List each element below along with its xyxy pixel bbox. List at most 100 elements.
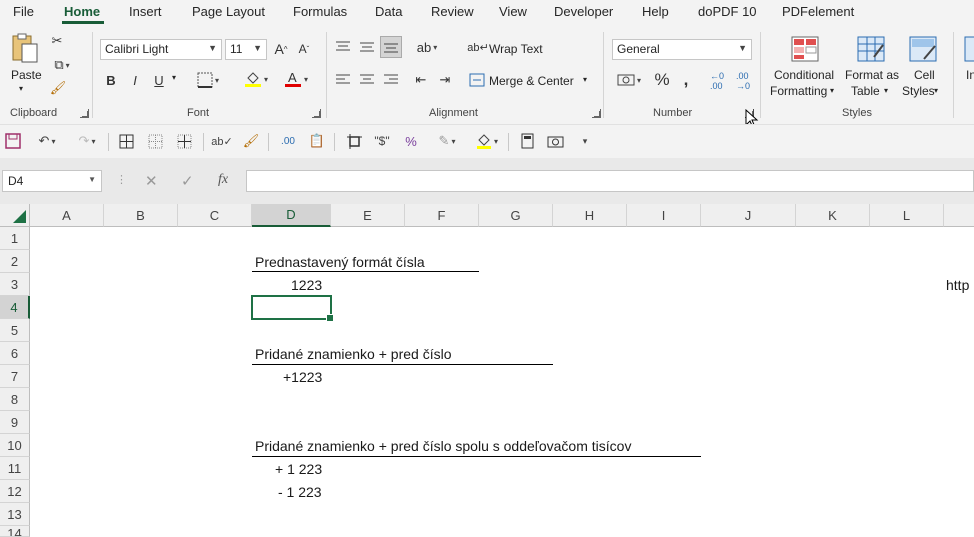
merge-center-icon[interactable] — [468, 71, 486, 89]
italic-button[interactable]: I — [128, 71, 142, 89]
decrease-decimal-icon[interactable]: .00 →0 — [732, 71, 754, 91]
all-borders-icon[interactable] — [116, 131, 136, 151]
row-header-10[interactable]: 10 — [0, 434, 30, 457]
cell-l3[interactable]: http — [946, 275, 969, 295]
cell-d6[interactable]: Pridané znamienko + pred číslo — [255, 344, 452, 364]
save-icon[interactable] — [3, 131, 23, 151]
row-header-9[interactable]: 9 — [0, 411, 30, 434]
dollar-format-icon[interactable]: "$" — [372, 131, 392, 151]
column-header-c[interactable]: C — [178, 204, 252, 227]
paste-button[interactable]: Paste — [11, 68, 42, 82]
cancel-icon[interactable]: ✕ — [145, 172, 158, 190]
clipboard-launcher-icon[interactable] — [80, 109, 89, 118]
font-name-select[interactable]: Calibri Light ▼ — [100, 39, 222, 60]
format-as-table-label-2[interactable]: Table — [851, 84, 880, 98]
cell-d11[interactable]: + 1 223 — [275, 459, 322, 479]
row-header-4[interactable]: 4 — [0, 296, 30, 319]
alignment-launcher-icon[interactable] — [592, 109, 601, 118]
cell-d2[interactable]: Prednastavený formát čísla — [255, 252, 425, 272]
camera-icon[interactable] — [545, 131, 565, 151]
wrap-text-icon[interactable]: ab↵ — [467, 38, 488, 56]
merge-center-button[interactable]: Merge & Center — [489, 74, 574, 88]
tab-review[interactable]: Review — [431, 4, 474, 19]
row-header-2[interactable]: 2 — [0, 250, 30, 273]
accounting-format-icon[interactable]: ▾ — [613, 71, 645, 89]
tab-data[interactable]: Data — [375, 4, 402, 19]
no-borders-icon[interactable] — [145, 131, 165, 151]
row-header-11[interactable]: 11 — [0, 457, 30, 480]
tab-pdfelement[interactable]: PDFelement — [782, 4, 854, 19]
align-right-icon[interactable] — [382, 71, 400, 89]
merge-dropdown-icon[interactable]: ▾ — [583, 75, 587, 84]
frame-icon[interactable] — [344, 131, 364, 151]
conditional-formatting-label-2[interactable]: Formatting — [770, 84, 827, 98]
cell-d10[interactable]: Pridané znamienko + pred číslo spolu s o… — [255, 436, 631, 456]
number-format-select[interactable]: General ▼ — [612, 39, 752, 60]
row-header-13[interactable]: 13 — [0, 503, 30, 526]
bold-button[interactable]: B — [104, 71, 118, 89]
format-as-table-icon[interactable] — [855, 34, 887, 64]
row-header-8[interactable]: 8 — [0, 388, 30, 411]
paste-dropdown-icon[interactable]: ▾ — [19, 84, 23, 93]
font-size-select[interactable]: 11 ▼ — [225, 39, 267, 60]
column-header-e[interactable]: E — [331, 204, 405, 227]
paint-brush-icon[interactable]: 🖌 — [241, 131, 261, 151]
row-header-5[interactable]: 5 — [0, 319, 30, 342]
column-header-g[interactable]: G — [479, 204, 553, 227]
wrap-text-button[interactable]: Wrap Text — [489, 42, 543, 56]
cell-d3[interactable]: 1223 — [291, 275, 322, 295]
align-left-icon[interactable] — [334, 71, 352, 89]
formula-input[interactable] — [246, 170, 974, 192]
column-header-b[interactable]: B — [104, 204, 178, 227]
tab-page-layout[interactable]: Page Layout — [192, 4, 265, 19]
decrease-font-icon[interactable]: Aˇ — [295, 39, 313, 59]
spelling-icon[interactable]: ab✓ — [211, 131, 232, 151]
increase-font-icon[interactable]: A ^ — [272, 39, 290, 59]
cell-d12[interactable]: - 1 223 — [278, 482, 322, 502]
percent-style-icon[interactable]: % — [652, 70, 672, 90]
customize-qat-icon[interactable]: ▾ — [575, 131, 595, 151]
row-header-12[interactable]: 12 — [0, 480, 30, 503]
paste-values-icon[interactable]: 📋 — [307, 131, 327, 151]
fill-color-icon[interactable]: ▾ — [240, 69, 272, 89]
tab-help[interactable]: Help — [642, 4, 669, 19]
insert-cells-label[interactable]: In — [966, 68, 974, 82]
increase-decimal-icon[interactable]: ←0.00 — [706, 71, 728, 91]
calculator-icon[interactable] — [517, 131, 537, 151]
underline-dropdown-icon[interactable]: ▾ — [172, 73, 176, 82]
tab-formulas[interactable]: Formulas — [293, 4, 347, 19]
tab-view[interactable]: View — [499, 4, 527, 19]
tab-developer[interactable]: Developer — [554, 4, 613, 19]
enter-icon[interactable]: ✓ — [181, 172, 194, 190]
align-center-icon[interactable] — [358, 71, 376, 89]
cell-styles-label[interactable]: Cell — [914, 68, 935, 82]
redo-icon[interactable]: ↷ ▾ — [70, 131, 104, 151]
insert-cells-icon[interactable] — [961, 34, 974, 64]
top-align-icon[interactable] — [334, 38, 352, 56]
column-header-j[interactable]: J — [701, 204, 796, 227]
inside-borders-icon[interactable] — [174, 131, 194, 151]
row-header-3[interactable]: 3 — [0, 273, 30, 296]
decrease-indent-icon[interactable]: ⇤ — [412, 71, 430, 89]
orientation-icon[interactable]: ab ▾ — [412, 38, 442, 56]
tab-insert[interactable]: Insert — [129, 4, 162, 19]
cell-styles-label-2[interactable]: Styles — [902, 84, 935, 98]
highlight-icon[interactable]: ✎ ▾ — [430, 131, 464, 151]
increase-indent-icon[interactable]: ⇥ — [436, 71, 454, 89]
cut-icon[interactable]: ✂ — [50, 33, 64, 49]
bottom-align-icon[interactable] — [380, 36, 402, 58]
row-header-14[interactable]: 14 — [0, 526, 30, 537]
font-launcher-icon[interactable] — [312, 109, 321, 118]
format-as-table-label[interactable]: Format as — [845, 68, 899, 82]
underline-button[interactable]: U — [152, 71, 166, 89]
tab-file[interactable]: File — [13, 4, 34, 19]
column-header-l[interactable]: L — [870, 204, 944, 227]
paste-icon[interactable] — [10, 32, 40, 64]
conditional-formatting-icon[interactable] — [789, 34, 821, 64]
cell-styles-icon[interactable] — [907, 34, 939, 64]
tab-dopdf[interactable]: doPDF 10 — [698, 4, 757, 19]
row-header-6[interactable]: 6 — [0, 342, 30, 365]
select-all-button[interactable] — [0, 204, 30, 227]
row-header-7[interactable]: 7 — [0, 365, 30, 388]
conditional-formatting-label[interactable]: Conditional — [774, 68, 834, 82]
